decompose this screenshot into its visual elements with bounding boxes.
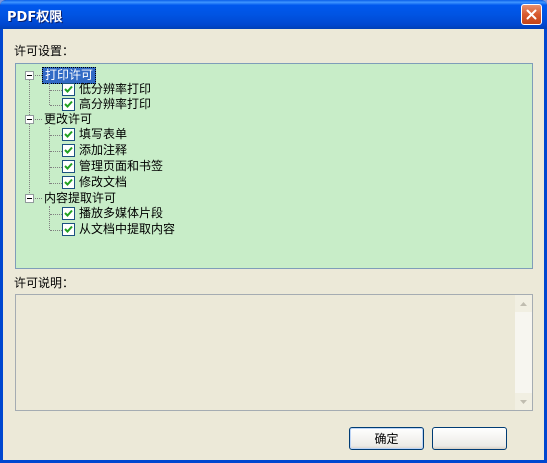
arrow-up-icon <box>520 301 527 306</box>
checkmark-icon <box>64 130 73 138</box>
tree-item-play-media[interactable]: 播放多媒体片段 <box>77 206 165 221</box>
checkbox-manage-pages[interactable] <box>62 160 75 173</box>
checkmark-icon <box>64 209 73 217</box>
ok-button[interactable]: 确定 <box>349 427 424 450</box>
cancel-button[interactable] <box>432 427 507 450</box>
checkbox-modify-document[interactable] <box>62 176 75 189</box>
tree-group-extract[interactable]: 内容提取许可 <box>42 191 118 206</box>
checkmark-icon <box>64 162 73 170</box>
tree-connector <box>50 90 62 91</box>
close-button[interactable] <box>521 4 542 25</box>
tree-item-manage-pages[interactable]: 管理页面和书签 <box>77 159 165 174</box>
dialog-window: PDF权限 许可设置： 打印许可 低分辨率打印 高分辨率打印 更改许可 填写表单… <box>0 0 547 463</box>
description-box[interactable] <box>15 294 533 411</box>
tree-connector <box>35 75 42 76</box>
minus-box-icon[interactable] <box>25 194 34 203</box>
checkmark-icon <box>64 85 73 93</box>
checkbox-play-media[interactable] <box>62 207 75 220</box>
tree-item-low-res-print[interactable]: 低分辨率打印 <box>77 82 153 97</box>
title-bar[interactable]: PDF权限 <box>0 0 547 29</box>
tree-connector <box>50 105 62 106</box>
permission-tree[interactable]: 打印许可 低分辨率打印 高分辨率打印 更改许可 填写表单 添加注释 管理页面和书… <box>15 63 533 269</box>
tree-connector <box>50 135 62 136</box>
tree-connector <box>49 83 50 105</box>
settings-label: 许可设置： <box>14 44 75 58</box>
minus-box-icon[interactable] <box>25 71 34 80</box>
scroll-up-button[interactable] <box>515 295 532 312</box>
tree-group-modify[interactable]: 更改许可 <box>42 112 94 127</box>
tree-item-add-comments[interactable]: 添加注释 <box>77 143 129 158</box>
checkbox-extract-content[interactable] <box>62 223 75 236</box>
checkmark-icon <box>64 225 73 233</box>
close-icon <box>526 9 537 20</box>
tree-item-fill-forms[interactable]: 填写表单 <box>77 127 129 142</box>
tree-connector <box>50 183 62 184</box>
tree-item-high-res-print[interactable]: 高分辨率打印 <box>77 97 153 112</box>
scroll-down-button[interactable] <box>515 393 532 410</box>
description-scrollbar[interactable] <box>515 295 532 410</box>
tree-connector <box>29 75 30 203</box>
tree-connector <box>50 230 62 231</box>
arrow-down-icon <box>520 399 527 404</box>
checkbox-low-res-print[interactable] <box>62 83 75 96</box>
checkmark-icon <box>64 100 73 108</box>
tree-item-modify-document[interactable]: 修改文档 <box>77 175 129 190</box>
tree-connector <box>50 151 62 152</box>
dialog-client-area: 许可设置： 打印许可 低分辨率打印 高分辨率打印 更改许可 填写表单 添加注释 … <box>3 29 544 460</box>
checkbox-add-comments[interactable] <box>62 144 75 157</box>
description-label: 许可说明： <box>14 276 75 290</box>
tree-connector <box>50 214 62 215</box>
checkbox-high-res-print[interactable] <box>62 98 75 111</box>
tree-connector <box>49 206 50 230</box>
window-title: PDF权限 <box>7 10 63 25</box>
tree-connector <box>35 198 42 199</box>
tree-connector <box>35 119 42 120</box>
checkmark-icon <box>64 178 73 186</box>
minus-box-icon[interactable] <box>25 115 34 124</box>
tree-item-extract-content[interactable]: 从文档中提取内容 <box>77 222 177 237</box>
tree-connector <box>50 167 62 168</box>
checkbox-fill-forms[interactable] <box>62 128 75 141</box>
checkmark-icon <box>64 146 73 154</box>
